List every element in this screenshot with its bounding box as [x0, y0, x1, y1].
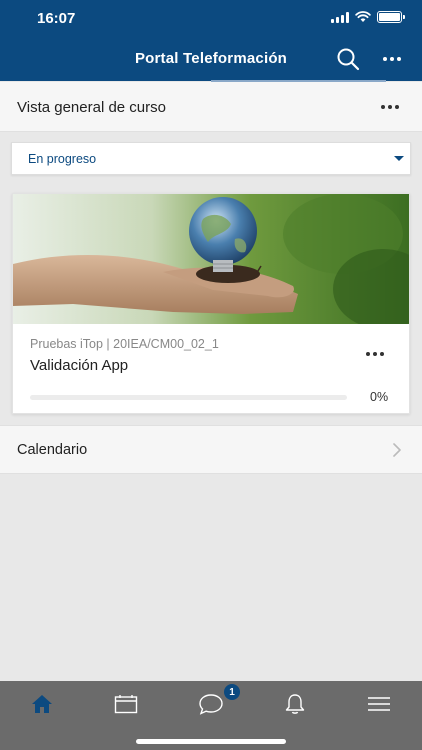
dot: [383, 57, 387, 61]
dot: [380, 352, 384, 356]
home-icon: [32, 695, 52, 713]
select-value: En progreso: [28, 152, 97, 166]
tab-notifications[interactable]: [275, 689, 315, 719]
bell-icon: [285, 694, 305, 714]
dot: [366, 352, 370, 356]
tab-home[interactable]: [22, 689, 62, 719]
section-title: Vista general de curso: [17, 99, 166, 116]
dot: [395, 105, 399, 109]
course-overview-bar: Vista general de curso: [0, 82, 422, 132]
course-more-button[interactable]: [361, 345, 389, 363]
course-progress-bar: [30, 395, 347, 400]
app-header: 16:07 Portal Teleformación: [0, 0, 422, 82]
chat-icon: [199, 694, 223, 715]
calendar-icon: [114, 695, 138, 714]
header-more-button[interactable]: [378, 50, 406, 68]
wifi-icon: [355, 11, 371, 22]
calendar-row[interactable]: Calendario: [0, 425, 422, 474]
dot: [381, 105, 385, 109]
menu-icon: [368, 697, 390, 711]
tab-menu[interactable]: [359, 689, 399, 719]
status-time: 16:07: [37, 10, 76, 27]
course-image: [13, 194, 409, 324]
caret-down-icon: [394, 156, 404, 161]
search-icon[interactable]: [334, 46, 362, 72]
status-filter-select[interactable]: En progreso: [11, 142, 411, 175]
chevron-right-icon: [393, 443, 401, 457]
tab-calendar[interactable]: [106, 689, 146, 719]
home-indicator: [136, 739, 286, 744]
signal-icon: [331, 11, 349, 23]
calendar-label: Calendario: [17, 442, 88, 458]
course-category: Pruebas iTop | 20IEA/CM00_02_1: [30, 337, 219, 351]
dot: [397, 57, 401, 61]
dot: [390, 57, 394, 61]
course-card[interactable]: Pruebas iTop | 20IEA/CM00_02_1 Validació…: [12, 193, 410, 414]
messages-badge: 1: [224, 684, 240, 700]
battery-icon: [377, 11, 405, 23]
dot: [388, 105, 392, 109]
dot: [373, 352, 377, 356]
course-title[interactable]: Validación App: [30, 357, 128, 374]
status-icons: [331, 11, 405, 23]
section-more-button[interactable]: [376, 98, 404, 116]
progress-percent: 0%: [370, 390, 389, 404]
